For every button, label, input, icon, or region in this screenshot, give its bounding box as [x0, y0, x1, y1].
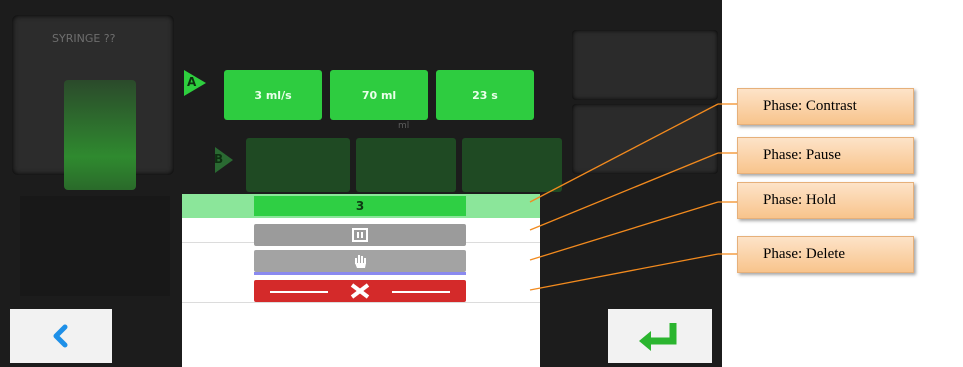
phase-option-hold[interactable] — [254, 250, 466, 275]
row-b-label: B — [214, 152, 224, 166]
row-b-param-2[interactable] — [356, 138, 456, 192]
pause-icon — [352, 228, 368, 242]
syringe-fill-level — [64, 80, 136, 190]
lower-left-panel — [20, 196, 170, 296]
syringe-label: SYRINGE ?? — [52, 32, 116, 45]
phase-header-value[interactable]: 3 — [254, 196, 466, 216]
volume-unit: ml — [398, 121, 410, 131]
back-button[interactable] — [10, 309, 112, 363]
callout-phase-hold: Phase: Hold — [737, 182, 914, 219]
row-a-marker: A — [184, 70, 206, 96]
callout-phase-contrast: Phase: Contrast — [737, 88, 914, 125]
callout-phase-pause: Phase: Pause — [737, 137, 914, 174]
phase-option-contrast[interactable] — [254, 224, 466, 246]
volume-button[interactable]: 70 ml — [330, 70, 428, 120]
flow-rate-button[interactable]: 3 ml/s — [224, 70, 322, 120]
device-screen: SYRINGE ?? A B 3 ml/s 70 ml 23 s ml 3 — [0, 0, 722, 367]
right-action-button-1[interactable] — [572, 30, 718, 100]
callout-phase-delete: Phase: Delete — [737, 236, 914, 273]
row-a-label: A — [187, 75, 197, 89]
phase-option-delete[interactable] — [254, 280, 466, 302]
delete-decor-line — [392, 291, 450, 293]
row-b-marker: B — [214, 147, 233, 173]
row-b-param-1[interactable] — [246, 138, 350, 192]
enter-return-icon — [639, 323, 677, 351]
row-b-param-3[interactable] — [462, 138, 562, 192]
duration-button[interactable]: 23 s — [436, 70, 534, 120]
hand-icon — [355, 255, 366, 268]
delete-decor-line — [270, 291, 328, 293]
enter-button[interactable] — [608, 309, 712, 363]
close-icon — [350, 283, 370, 299]
syringe-panel[interactable]: SYRINGE ?? — [12, 15, 174, 190]
chevron-left-icon — [53, 324, 68, 348]
popup-header: 3 — [182, 194, 540, 218]
phase-popup: 3 — [182, 194, 540, 367]
right-action-button-2[interactable] — [572, 104, 718, 174]
popup-divider — [182, 302, 540, 303]
